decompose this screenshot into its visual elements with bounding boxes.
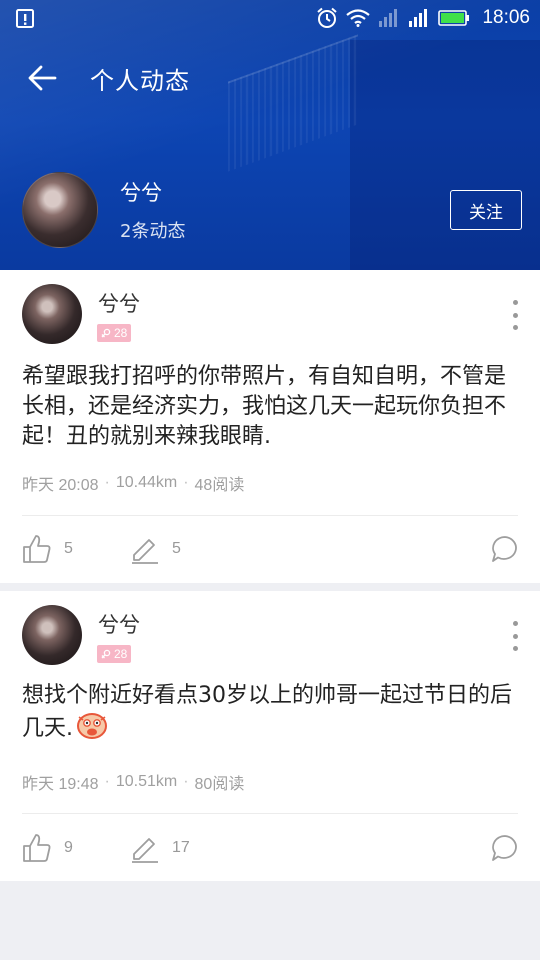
post-reads: 48阅读: [194, 477, 245, 494]
status-time: 18:06: [482, 7, 530, 28]
edit-count: 5: [172, 540, 181, 557]
thumbs-up-icon: [23, 834, 51, 862]
edit-button[interactable]: 5: [130, 534, 181, 564]
title-bar: 个人动态: [0, 52, 540, 104]
edit-button[interactable]: 17: [130, 833, 190, 863]
back-button[interactable]: [0, 52, 84, 104]
post-header: 兮兮 28: [22, 605, 522, 667]
post-reads: 80阅读: [194, 776, 245, 793]
post-time: 昨天 19:48: [22, 776, 99, 793]
divider: [22, 515, 518, 516]
more-options-icon[interactable]: [508, 300, 522, 330]
post-text: 希望跟我打招呼的你带照片，有自知自明，不管是长相，还是经济实力，我怕这几天一起玩…: [22, 364, 507, 449]
comment-icon: [492, 536, 517, 562]
pencil-icon: [132, 838, 158, 863]
emoji-icon: [77, 713, 107, 739]
meta-separator: ·: [183, 773, 189, 790]
post-actions: 5 5: [22, 529, 520, 569]
profile-name: 兮兮: [120, 181, 162, 205]
like-button[interactable]: 9: [22, 833, 130, 863]
arrow-left-icon: [28, 65, 57, 91]
notification-icon: [16, 8, 34, 28]
divider: [22, 813, 518, 814]
avatar[interactable]: [22, 605, 82, 665]
status-bar: 18:06: [0, 0, 540, 36]
level-value: 28: [114, 326, 128, 340]
more-options-icon[interactable]: [508, 621, 522, 651]
post-distance: 10.44km: [115, 474, 178, 491]
pencil-icon: [132, 539, 158, 564]
thumbs-up-icon: [23, 535, 51, 563]
comment-button[interactable]: [490, 833, 520, 863]
like-button[interactable]: 5: [22, 534, 130, 564]
post-meta: 昨天 20:08 · 10.44km · 48阅读: [22, 471, 244, 495]
profile-info: 兮兮 2条动态: [120, 177, 185, 243]
post-card[interactable]: 兮兮 28 想找个附近好看点30岁以上的帅哥一起过节日的后几天. 昨天 19:4…: [0, 591, 540, 881]
meta-separator: ·: [104, 474, 110, 491]
alarm-icon: [316, 7, 338, 29]
female-icon: [101, 328, 111, 338]
level-value: 28: [114, 647, 128, 661]
like-count: 9: [64, 839, 73, 856]
post-time: 昨天 20:08: [22, 477, 99, 494]
comment-button[interactable]: [490, 534, 520, 564]
follow-button[interactable]: 关注: [450, 190, 522, 230]
post-distance: 10.51km: [115, 773, 178, 790]
profile-header: 18:06 个人动态 兮兮 2条动态 关注: [0, 0, 540, 270]
level-badge: 28: [97, 645, 132, 663]
edit-count: 17: [172, 839, 190, 856]
signal-weak-icon: [378, 9, 400, 27]
battery-icon: [438, 9, 470, 27]
like-count: 5: [64, 540, 73, 557]
post-text: 想找个附近好看点30岁以上的帅哥一起过节日的后几天.: [22, 681, 522, 744]
post-header: 兮兮 28: [22, 284, 522, 346]
wifi-icon: [346, 9, 371, 27]
signal-icon: [408, 9, 430, 27]
female-icon: [101, 649, 111, 659]
post-card[interactable]: 兮兮 28 希望跟我打招呼的你带照片，有自知自明，不管是长相，还是经济实力，我怕…: [0, 270, 540, 583]
user-name[interactable]: 兮兮: [98, 288, 140, 318]
user-name[interactable]: 兮兮: [98, 609, 140, 639]
profile-summary: 兮兮 2条动态 关注: [22, 172, 522, 248]
avatar[interactable]: [22, 284, 82, 344]
page-title: 个人动态: [90, 66, 190, 95]
comment-icon: [492, 835, 517, 861]
level-badge: 28: [97, 324, 132, 342]
meta-separator: ·: [183, 474, 189, 491]
post-count: 2条动态: [120, 221, 186, 242]
avatar[interactable]: [22, 172, 98, 248]
meta-separator: ·: [104, 773, 110, 790]
post-meta: 昨天 19:48 · 10.51km · 80阅读: [22, 770, 244, 794]
post-actions: 9 17: [22, 828, 520, 868]
